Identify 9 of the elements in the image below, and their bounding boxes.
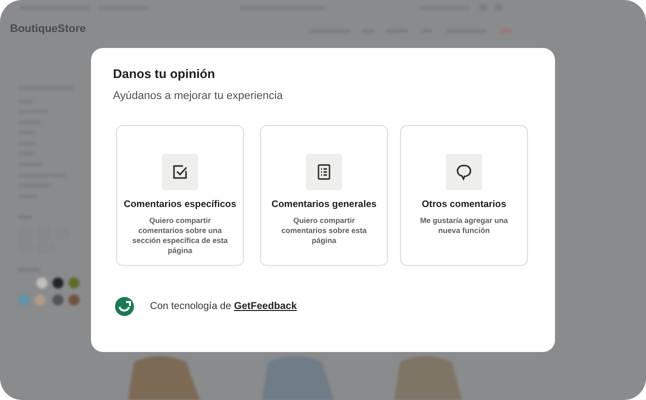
getfeedback-link[interactable]: GetFeedback [234,301,297,312]
powered-by-text: Con tecnología de GetFeedback [150,301,297,312]
store-logo-text: BoutiqueStore [10,23,86,35]
checkbox-icon [162,154,198,190]
list-icon [306,154,342,190]
getfeedback-logo-icon [115,297,134,316]
dialog-title: Danos tu opinión [113,67,216,81]
speech-bubble-icon [446,154,482,190]
dialog-subtitle: Ayúdanos a mejorar tu experiencia [113,90,284,102]
